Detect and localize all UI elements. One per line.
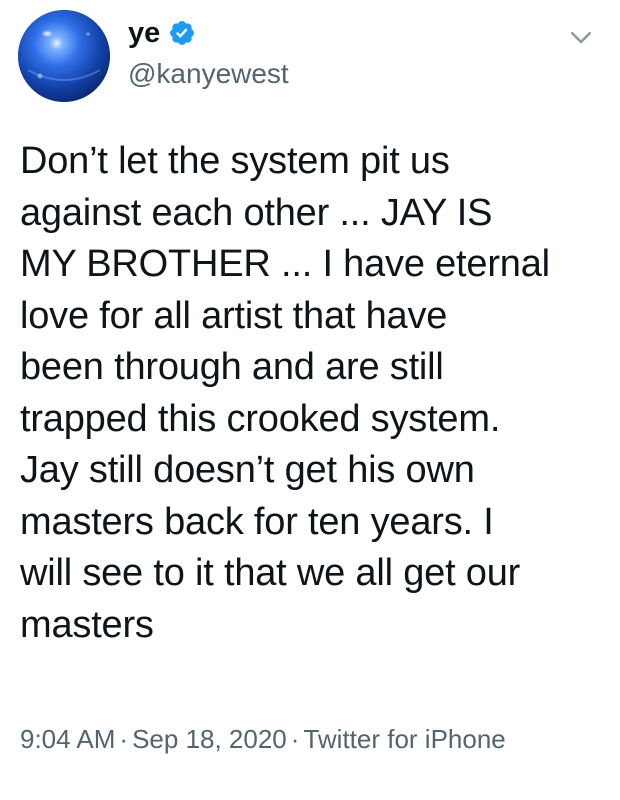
author-handle[interactable]: @kanyewest	[128, 58, 289, 90]
tweet-source[interactable]: Twitter for iPhone	[303, 724, 505, 754]
verified-badge-icon	[170, 21, 195, 45]
avatar-image	[18, 10, 110, 102]
tweet-metadata: 9:04 AM · Sep 18, 2020 · Twitter for iPhone	[20, 722, 580, 757]
tweet-text: Don’t let the system pit us against each…	[20, 140, 550, 646]
tweet-card[interactable]: ye @kanyewest Don’t let the system pit u…	[0, 0, 620, 800]
more-options-button[interactable]	[566, 22, 596, 52]
display-name[interactable]: ye	[128, 16, 160, 50]
author-name-row: ye	[128, 16, 196, 50]
tweet-date[interactable]: Sep 18, 2020	[132, 724, 287, 754]
separator: ·	[290, 724, 300, 754]
chevron-down-icon	[571, 32, 591, 44]
tweet-time[interactable]: 9:04 AM	[20, 724, 115, 754]
avatar[interactable]	[18, 10, 110, 102]
separator: ·	[119, 724, 129, 754]
